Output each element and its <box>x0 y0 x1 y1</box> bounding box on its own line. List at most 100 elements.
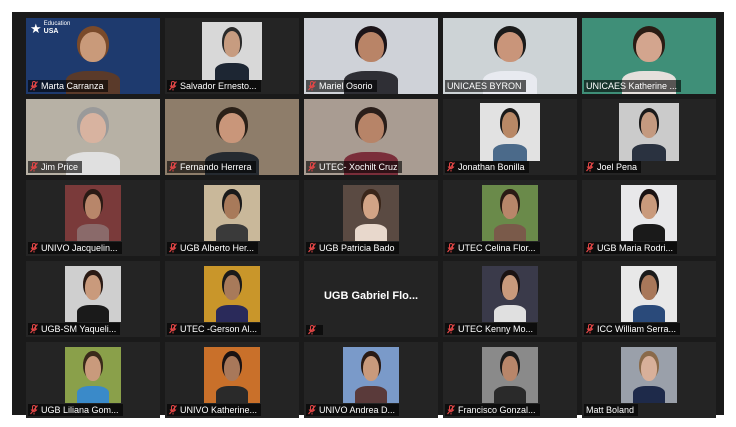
muted-mic-icon <box>308 81 316 91</box>
participant-nameplate: ICC William Serra... <box>584 323 681 335</box>
participant-name: Jonathan Bonilla <box>458 162 525 172</box>
muted-mic-icon <box>30 324 38 334</box>
participant-nameplate: UNICAES Katherine ... <box>584 80 682 92</box>
participant-tile[interactable]: UGB-SM Yaqueli... <box>26 261 160 337</box>
participant-tile[interactable]: UGB Patricia Bado <box>304 180 438 256</box>
participant-nameplate: UGB Alberto Her... <box>167 242 259 254</box>
muted-mic-icon <box>586 243 594 253</box>
participant-name: Francisco Gonzal... <box>458 405 536 415</box>
participant-nameplate: UNIVO Andrea D... <box>306 404 400 416</box>
muted-mic-icon <box>308 405 316 415</box>
participant-nameplate: Jonathan Bonilla <box>445 161 529 173</box>
participant-name: UTEC -Gerson Al... <box>180 324 258 334</box>
participant-name: UNICAES BYRON <box>447 81 522 91</box>
participant-nameplate: Joel Pena <box>584 161 642 173</box>
participant-video <box>482 266 538 322</box>
muted-mic-icon <box>169 324 177 334</box>
participant-nameplate: UTEC- Xochilt Cruz <box>306 161 402 173</box>
education-usa-logo: ★ Education USA <box>30 21 70 35</box>
participant-nameplate: Mariel Osorio <box>306 80 377 92</box>
participant-nameplate: UNIVO Katherine... <box>167 404 262 416</box>
participant-tile[interactable]: UTEC Celina Flor... <box>443 180 577 256</box>
muted-mic-icon <box>169 243 177 253</box>
participant-video <box>65 266 121 322</box>
participant-nameplate: UGB-SM Yaqueli... <box>28 323 121 335</box>
participant-tile[interactable]: UNIVO Katherine... <box>165 342 299 418</box>
participant-name: UNICAES Katherine ... <box>586 81 678 91</box>
participant-nameplate: UGB Patricia Bado <box>306 242 399 254</box>
participant-tile[interactable]: UNIVO Andrea D... <box>304 342 438 418</box>
participant-tile[interactable]: Jonathan Bonilla <box>443 99 577 175</box>
participant-video <box>482 185 538 241</box>
participant-name: Mariel Osorio <box>319 81 373 91</box>
participant-video <box>202 22 262 80</box>
participant-tile[interactable]: Joel Pena <box>582 99 716 175</box>
participant-video <box>621 266 677 322</box>
participant-name: UGB Patricia Bado <box>319 243 395 253</box>
participant-video <box>621 347 677 403</box>
participant-nameplate: UTEC Kenny Mo... <box>445 323 538 335</box>
participant-tile[interactable]: UNIVO Jacquelin... <box>26 180 160 256</box>
muted-mic-icon <box>308 243 316 253</box>
participant-tile[interactable]: UGB Gabriel Flo... <box>304 261 438 337</box>
participant-grid: ★ Education USA Marta Carranza Salvador Erne… <box>26 18 716 418</box>
participant-video <box>204 185 260 241</box>
participant-video <box>482 347 538 403</box>
participant-video <box>204 347 260 403</box>
participant-nameplate: Jim Price <box>28 161 83 173</box>
participant-tile[interactable]: ICC William Serra... <box>582 261 716 337</box>
participant-nameplate: UNICAES BYRON <box>445 80 526 92</box>
muted-mic-icon <box>30 162 38 172</box>
muted-mic-icon <box>447 405 455 415</box>
participant-name: Joel Pena <box>597 162 638 172</box>
participant-video <box>204 266 260 322</box>
participant-tile[interactable]: UNICAES BYRON <box>443 18 577 94</box>
participant-nameplate: Marta Carranza <box>28 80 108 92</box>
participant-tile[interactable]: Salvador Ernesto... <box>165 18 299 94</box>
muted-mic-icon <box>30 243 38 253</box>
star-icon: ★ <box>30 20 42 36</box>
participant-tile[interactable]: UTEC -Gerson Al... <box>165 261 299 337</box>
participant-video <box>619 103 679 161</box>
participant-tile[interactable]: Francisco Gonzal... <box>443 342 577 418</box>
muted-mic-icon <box>308 325 316 335</box>
participant-video <box>65 185 121 241</box>
participant-name: Marta Carranza <box>41 81 104 91</box>
muted-mic-icon <box>447 324 455 334</box>
participant-tile[interactable]: Jim Price <box>26 99 160 175</box>
participant-nameplate: Salvador Ernesto... <box>167 80 261 92</box>
participant-tile[interactable]: Mariel Osorio <box>304 18 438 94</box>
participant-tile[interactable]: Fernando Herrera <box>165 99 299 175</box>
participant-name: UNIVO Andrea D... <box>319 405 396 415</box>
participant-name: UNIVO Katherine... <box>180 405 258 415</box>
participant-tile[interactable]: UGB Liliana Gom... <box>26 342 160 418</box>
participant-video <box>343 347 399 403</box>
muted-mic-icon <box>308 162 316 172</box>
participant-name: UGB-SM Yaqueli... <box>41 324 117 334</box>
participant-name: Salvador Ernesto... <box>180 81 257 91</box>
participant-tile[interactable]: UTEC Kenny Mo... <box>443 261 577 337</box>
logo-text: Education USA <box>44 21 71 35</box>
participant-name: ICC William Serra... <box>597 324 677 334</box>
participant-tile[interactable]: UNICAES Katherine ... <box>582 18 716 94</box>
participant-name: UGB Liliana Gom... <box>41 405 119 415</box>
muted-mic-icon <box>30 405 38 415</box>
participant-name: UGB Alberto Her... <box>180 243 255 253</box>
participant-name: UTEC- Xochilt Cruz <box>319 162 398 172</box>
muted-mic-icon <box>586 324 594 334</box>
participant-nameplate: Fernando Herrera <box>167 161 256 173</box>
participant-video <box>621 185 677 241</box>
participant-tile[interactable]: Matt Boland <box>582 342 716 418</box>
muted-mic-icon <box>447 162 455 172</box>
participant-name-centered: UGB Gabriel Flo... <box>323 290 419 302</box>
participant-name: UTEC Kenny Mo... <box>458 324 534 334</box>
participant-video <box>343 185 399 241</box>
muted-mic-icon <box>30 81 38 91</box>
participant-tile[interactable]: ★ Education USA Marta Carranza <box>26 18 160 94</box>
participant-name: UGB Maria Rodri... <box>597 243 674 253</box>
participant-tile[interactable]: UTEC- Xochilt Cruz <box>304 99 438 175</box>
muted-mic-icon <box>169 162 177 172</box>
participant-tile[interactable]: UGB Maria Rodri... <box>582 180 716 256</box>
participant-nameplate: Francisco Gonzal... <box>445 404 540 416</box>
participant-tile[interactable]: UGB Alberto Her... <box>165 180 299 256</box>
